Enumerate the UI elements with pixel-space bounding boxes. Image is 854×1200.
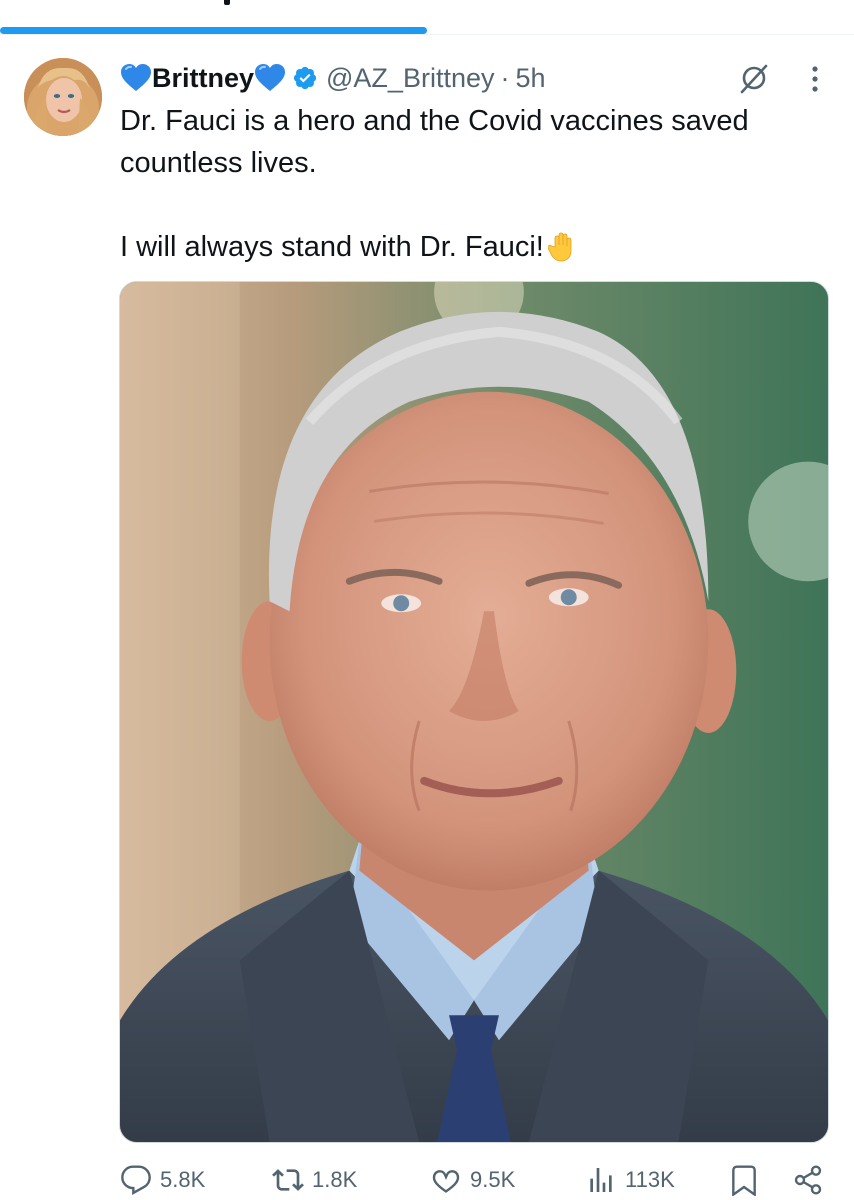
top-bar [0, 0, 854, 40]
verified-badge-icon[interactable] [292, 65, 318, 91]
repost-button[interactable]: 1.8K [272, 1164, 357, 1196]
reply-icon [121, 1165, 151, 1195]
tweet-text-span: I will always stand with Dr. Fauci! [120, 231, 544, 263]
display-name[interactable]: Brittney [152, 63, 254, 94]
grok-icon[interactable] [738, 62, 770, 94]
repost-icon [272, 1169, 304, 1191]
cropped-title-glyph [224, 0, 230, 5]
progress-indicator [0, 27, 427, 34]
blue-heart-icon [255, 64, 286, 91]
reply-count: 5.8K [160, 1167, 206, 1192]
more-icon[interactable] [800, 62, 830, 96]
separator-dot: · [500, 62, 510, 93]
share-icon[interactable] [792, 1164, 824, 1196]
like-button[interactable]: 9.5K [430, 1164, 515, 1196]
tweet-photo[interactable] [119, 281, 829, 1143]
reply-button[interactable]: 5.8K [120, 1164, 205, 1196]
user-handle[interactable]: @AZ_Brittney [326, 63, 494, 94]
progress-track [0, 34, 854, 35]
views-count: 113K [625, 1167, 675, 1192]
like-icon [432, 1170, 460, 1193]
repost-count: 1.8K [312, 1167, 358, 1192]
avatar[interactable] [24, 58, 102, 136]
blue-heart-icon [121, 64, 151, 91]
tweet-header: Brittney @AZ_Brittney · 5h [120, 60, 546, 96]
tweet-text: Dr. Fauci is a hero and the Covid vaccin… [120, 100, 830, 268]
views-button[interactable]: 113K [585, 1164, 675, 1196]
views-icon [590, 1168, 612, 1192]
action-bar: 5.8K 1.8K 9.5K 113K [0, 1160, 854, 1200]
raised-hand-emoji [547, 232, 572, 262]
tweet-text-line: Dr. Fauci is a hero and the Covid vaccin… [120, 105, 749, 179]
timestamp[interactable]: 5h [515, 63, 545, 94]
tweet-text-line: I will always stand with Dr. Fauci! [120, 226, 830, 268]
bookmark-icon[interactable] [728, 1164, 760, 1196]
like-count: 9.5K [470, 1167, 516, 1192]
